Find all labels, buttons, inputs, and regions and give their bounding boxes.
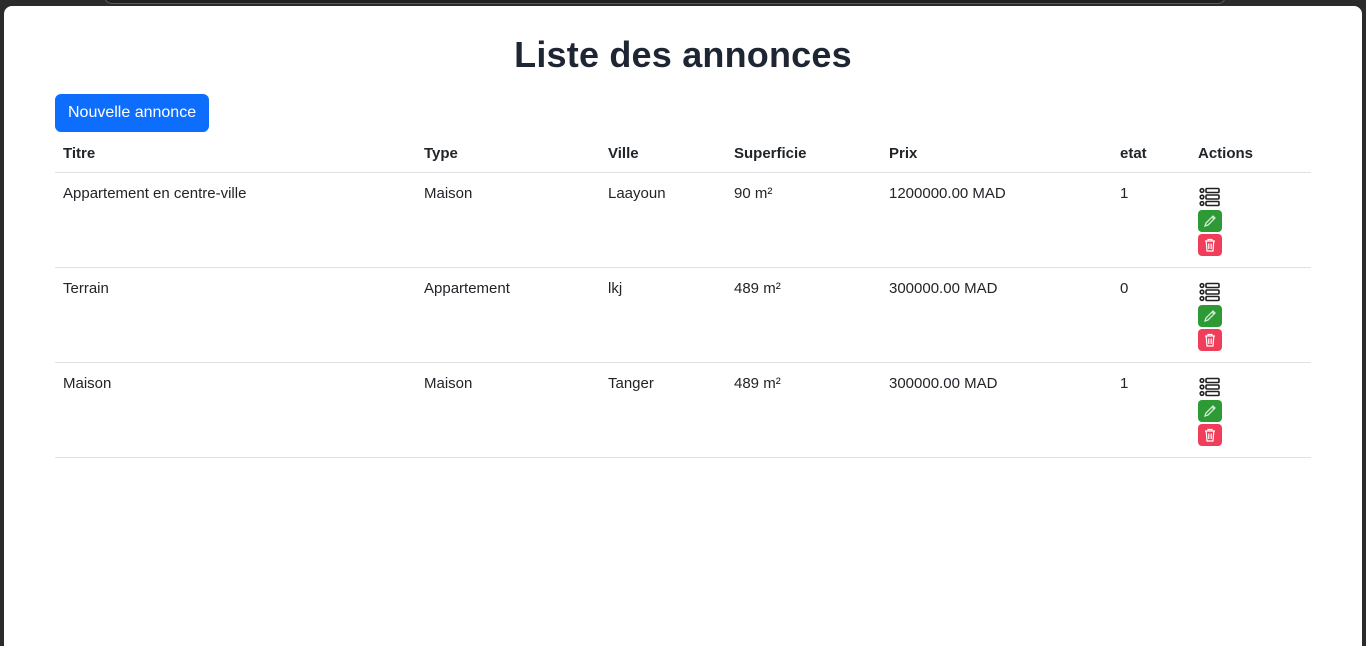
cell-actions <box>1190 362 1311 458</box>
edit-button[interactable] <box>1198 400 1222 422</box>
cell-etat: 1 <box>1112 362 1190 458</box>
pencil-icon <box>1203 214 1217 228</box>
header-ville: Ville <box>600 134 726 173</box>
header-superficie: Superficie <box>726 134 881 173</box>
trash-icon <box>1204 238 1216 252</box>
cell-prix: 1200000.00 MAD <box>881 172 1112 268</box>
trash-icon <box>1204 333 1216 347</box>
trash-icon <box>1204 428 1216 442</box>
details-button[interactable] <box>1198 186 1222 208</box>
cell-superficie: 90 m² <box>726 172 881 268</box>
cell-actions <box>1190 172 1311 268</box>
header-actions: Actions <box>1190 134 1311 173</box>
table-row: Maison Maison Tanger 489 m² 300000.00 MA… <box>55 362 1311 458</box>
cell-titre: Maison <box>55 362 416 458</box>
edit-button[interactable] <box>1198 305 1222 327</box>
new-listing-button[interactable]: Nouvelle annonce <box>55 94 210 132</box>
page-title: Liste des annonces <box>514 34 852 75</box>
header-etat: etat <box>1112 134 1190 173</box>
list-icon <box>1199 187 1221 207</box>
header-titre: Titre <box>55 134 416 173</box>
delete-button[interactable] <box>1198 329 1222 351</box>
pencil-icon <box>1203 309 1217 323</box>
table-row: Terrain Appartement lkj 489 m² 300000.00… <box>55 267 1311 363</box>
page-content: Liste des annonces Nouvelle annonce Titr… <box>4 6 1362 646</box>
cell-type: Maison <box>416 172 600 268</box>
cell-prix: 300000.00 MAD <box>881 362 1112 458</box>
list-icon <box>1199 377 1221 397</box>
header-prix: Prix <box>881 134 1112 173</box>
cell-titre: Appartement en centre-ville <box>55 172 416 268</box>
cell-ville: Tanger <box>600 362 726 458</box>
cell-ville: Laayoun <box>600 172 726 268</box>
header-type: Type <box>416 134 600 173</box>
cell-superficie: 489 m² <box>726 362 881 458</box>
cell-actions <box>1190 267 1311 363</box>
delete-button[interactable] <box>1198 234 1222 256</box>
cell-type: Appartement <box>416 267 600 363</box>
cell-ville: lkj <box>600 267 726 363</box>
delete-button[interactable] <box>1198 424 1222 446</box>
browser-address-bar <box>104 0 1226 4</box>
table-row: Appartement en centre-ville Maison Laayo… <box>55 172 1311 268</box>
listings-table: Titre Type Ville Superficie Prix etat Ac… <box>55 134 1311 458</box>
cell-type: Maison <box>416 362 600 458</box>
list-icon <box>1199 282 1221 302</box>
details-button[interactable] <box>1198 281 1222 303</box>
pencil-icon <box>1203 404 1217 418</box>
details-button[interactable] <box>1198 376 1222 398</box>
table-header-row: Titre Type Ville Superficie Prix etat Ac… <box>55 134 1311 173</box>
cell-etat: 1 <box>1112 172 1190 268</box>
cell-prix: 300000.00 MAD <box>881 267 1112 363</box>
edit-button[interactable] <box>1198 210 1222 232</box>
cell-superficie: 489 m² <box>726 267 881 363</box>
cell-titre: Terrain <box>55 267 416 363</box>
cell-etat: 0 <box>1112 267 1190 363</box>
